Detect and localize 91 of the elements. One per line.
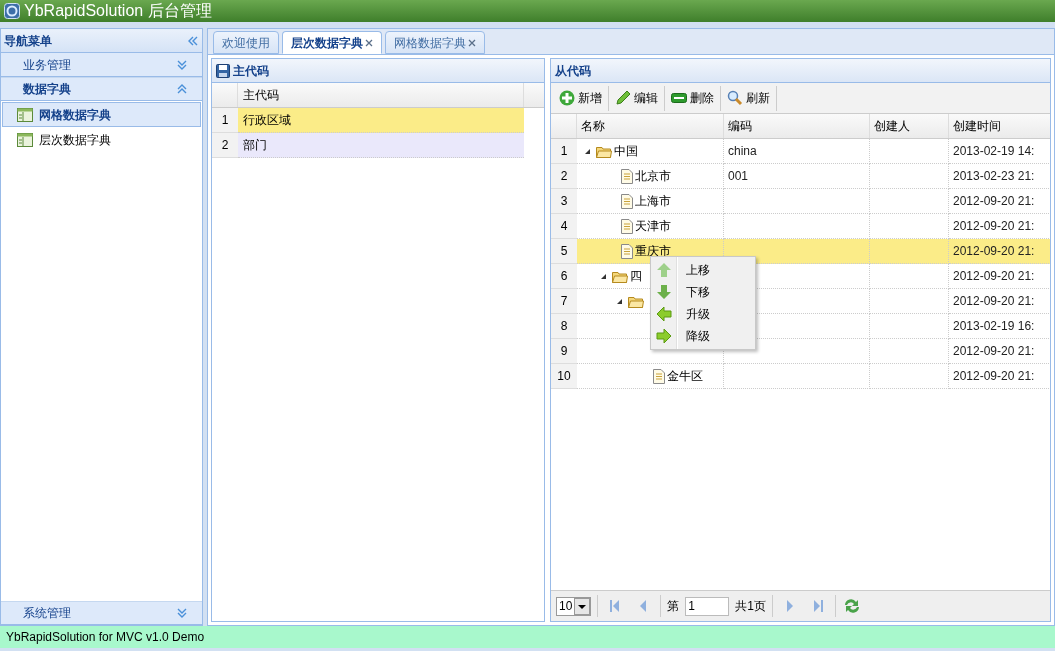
table-cell: 2013-02-19 14: — [949, 139, 1050, 164]
sidebar-item[interactable]: 网格数据字典 — [2, 102, 201, 127]
file-icon — [621, 243, 633, 259]
save-icon — [216, 63, 230, 78]
accordion-header[interactable]: 系统管理 — [1, 601, 202, 625]
previous-page-icon — [638, 599, 649, 613]
plus-icon — [559, 90, 575, 106]
arrow-up-icon — [656, 262, 672, 278]
row-number: 3 — [551, 189, 577, 214]
status-text: YbRapidSolution for MVC v1.0 Demo — [6, 629, 205, 646]
tab[interactable]: 层次数据字典 — [282, 31, 382, 54]
arrow-left-icon — [656, 306, 672, 322]
file-icon — [621, 193, 633, 209]
first-page-icon — [610, 599, 621, 613]
table-cell: 2012-09-20 21: — [949, 239, 1050, 264]
table-cell: 2013-02-23 21: — [949, 164, 1050, 189]
table-cell[interactable]: 部门 — [238, 133, 524, 158]
accordion-header[interactable]: 业务管理 — [1, 53, 202, 77]
table-icon — [17, 132, 33, 147]
column-header[interactable]: 创建人 — [870, 114, 949, 138]
refresh-icon — [843, 597, 862, 615]
table-cell: 2013-02-19 16: — [949, 314, 1050, 339]
search-icon — [727, 90, 743, 106]
table-icon — [17, 107, 33, 122]
row-number: 4 — [551, 214, 577, 239]
row-number: 5 — [551, 239, 577, 264]
tree-cell[interactable]: 上海市 — [577, 189, 724, 214]
minus-icon — [671, 90, 687, 106]
row-number: 9 — [551, 339, 577, 364]
row-number: 2 — [212, 133, 238, 158]
arrow-down-icon — [656, 284, 672, 300]
folder-icon — [612, 269, 628, 283]
tree-node-label[interactable]: 四 — [630, 267, 642, 285]
table-cell: 2012-09-20 21: — [949, 339, 1050, 364]
tree-node-label[interactable]: 北京市 — [635, 167, 671, 185]
next-page-icon — [785, 599, 796, 613]
tree-node-label[interactable]: 天津市 — [635, 217, 671, 235]
tree-cell[interactable]: 北京市 — [577, 164, 724, 189]
tree-node-label[interactable]: 重庆市 — [635, 242, 671, 260]
panel-title: 主代码 — [233, 62, 269, 80]
row-number: 2 — [551, 164, 577, 189]
table-cell: 2012-09-20 21: — [949, 364, 1050, 389]
row-number: 6 — [551, 264, 577, 289]
menu-item[interactable]: 降级 — [651, 325, 755, 347]
accordion-header[interactable]: 数据字典 — [1, 77, 202, 101]
arrow-right-icon — [656, 328, 672, 344]
toolbar-button[interactable]: 新增 — [553, 85, 609, 111]
page-total: 共1页 — [735, 598, 767, 615]
toolbar-button[interactable]: 编辑 — [609, 85, 665, 111]
table-cell[interactable]: 行政区域 — [238, 108, 524, 133]
column-header[interactable]: 创建时间 — [949, 114, 1050, 138]
page-input[interactable]: 1 — [685, 596, 730, 616]
folder-icon — [628, 294, 644, 308]
table-cell: china — [724, 139, 870, 164]
tab[interactable]: 欢迎使用 — [213, 31, 279, 54]
collapse-icon — [187, 34, 199, 47]
file-icon — [621, 218, 633, 234]
folder-icon — [596, 144, 612, 158]
menu-item[interactable]: 升级 — [651, 303, 755, 325]
column-header[interactable]: 编码 — [724, 114, 870, 138]
menu-item[interactable]: 下移 — [651, 281, 755, 303]
sidebar-title: 导航菜单 — [4, 32, 52, 50]
pencil-icon — [615, 90, 631, 106]
row-number: 1 — [212, 108, 238, 133]
row-number: 1 — [551, 139, 577, 164]
sidebar-item[interactable]: 层次数据字典 — [2, 127, 201, 152]
last-page-icon — [813, 599, 824, 613]
tab[interactable]: 网格数据字典 — [385, 31, 485, 54]
column-header[interactable]: 名称 — [577, 114, 724, 138]
table-cell: 2012-09-20 21: — [949, 264, 1050, 289]
tree-node-label[interactable]: 金牛区 — [667, 367, 703, 385]
table-cell: 2012-09-20 21: — [949, 189, 1050, 214]
panel-title: 从代码 — [555, 62, 591, 80]
app-title: YbRapidSolution 后台管理 — [24, 3, 212, 19]
tree-cell[interactable]: 中国 — [577, 139, 724, 164]
tree-node-label[interactable]: 上海市 — [635, 192, 671, 210]
dropdown-icon — [574, 597, 591, 615]
page-label: 第 — [667, 598, 680, 615]
table-cell: 001 — [724, 164, 870, 189]
row-number: 8 — [551, 314, 577, 339]
page-size-select[interactable]: 10 — [556, 596, 592, 616]
logo-icon — [4, 3, 20, 19]
tree-node-label[interactable]: 中国 — [614, 142, 638, 160]
row-number: 7 — [551, 289, 577, 314]
toolbar-button[interactable]: 刷新 — [721, 85, 777, 111]
row-number: 10 — [551, 364, 577, 389]
tree-cell[interactable]: 金牛区 — [577, 364, 724, 389]
file-icon — [653, 368, 665, 384]
toolbar-button[interactable]: 删除 — [665, 85, 721, 111]
file-icon — [621, 168, 633, 184]
table-cell: 2012-09-20 21: — [949, 289, 1050, 314]
